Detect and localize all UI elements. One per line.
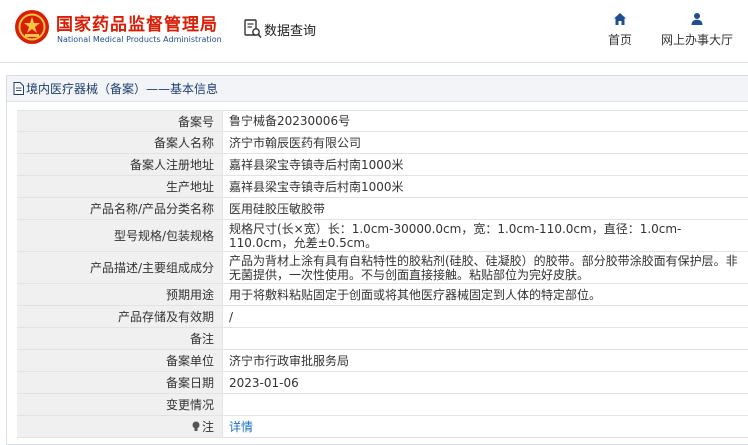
- table-row: 预期用途 用于将敷料粘贴固定于创面或将其他医疗器械固定到人体的特定部位。: [17, 284, 748, 306]
- brand-name-cn[interactable]: 国家药品监督管理局: [56, 10, 218, 35]
- header-divider: [0, 62, 748, 63]
- table-row: 变更情况: [17, 394, 748, 416]
- home-icon: [614, 13, 626, 25]
- row-label: 预期用途: [17, 284, 223, 305]
- row-label: 产品名称/产品分类名称: [17, 198, 223, 219]
- document-icon: [13, 82, 24, 95]
- data-query-link[interactable]: 数据查询: [244, 18, 316, 40]
- table-row: 产品名称/产品分类名称 医用硅胶压敏胶带: [17, 198, 748, 220]
- table-row: 生产地址 嘉祥县梁宝寺镇寺后村南1000米: [17, 176, 748, 198]
- row-label: 生产地址: [17, 176, 223, 197]
- table-row: 注 详情: [17, 416, 748, 438]
- user-icon: [691, 13, 703, 25]
- nav-online-office[interactable]: 网上办事大厅: [655, 12, 739, 48]
- row-value: [223, 328, 748, 349]
- table-row: 备案单位 济宁市行政审批服务局: [17, 350, 748, 372]
- row-label: 产品存储及有效期: [17, 306, 223, 327]
- row-label: 备案人注册地址: [17, 154, 223, 175]
- row-label: 备注: [17, 328, 223, 349]
- row-label: 备案号: [17, 111, 223, 131]
- row-value: 详情: [223, 416, 748, 437]
- row-value: 济宁市行政审批服务局: [229, 353, 350, 368]
- row-value: 嘉祥县梁宝寺镇寺后村南1000米: [229, 179, 404, 194]
- panel-title: 境内医疗器械（备案）——基本信息: [26, 82, 219, 96]
- row-value: 产品为背材上涂有具有自粘特性的胶粘剂(硅胶、硅凝胶）的胶带。部分胶带涂胶面有保护…: [229, 253, 738, 282]
- data-query-label: 数据查询: [264, 23, 317, 39]
- row-label: 产品描述/主要组成成分: [17, 252, 223, 283]
- table-row: 备案日期 2023-01-06: [17, 372, 748, 394]
- table-row: 产品存储及有效期 /: [17, 306, 748, 328]
- row-value: 济宁市翰辰医药有限公司: [229, 135, 362, 150]
- table-row: 备案人名称 济宁市翰辰医药有限公司: [17, 132, 748, 154]
- nav-online-office-label: 网上办事大厅: [660, 33, 733, 47]
- row-label: 备案日期: [17, 372, 223, 393]
- row-value: 规格尺寸(长×宽）长：1.0cm-30000.0cm，宽：1.0cm-110.0…: [229, 221, 682, 250]
- row-value: 嘉祥县梁宝寺镇寺后村南1000米: [229, 157, 404, 172]
- detail-panel: 境内医疗器械（备案）——基本信息 备案号 鲁宁械备20230006号 备案人名称…: [6, 75, 748, 445]
- row-label: 备案人名称: [17, 132, 223, 153]
- detail-table: 备案号 鲁宁械备20230006号 备案人名称 济宁市翰辰医药有限公司 备案人注…: [17, 110, 748, 438]
- row-value: 用于将敷料粘贴固定于创面或将其他医疗器械固定到人体的特定部位。: [229, 287, 602, 302]
- row-label: 变更情况: [17, 394, 223, 415]
- row-label: 备案单位: [17, 350, 223, 371]
- search-document-icon: [244, 19, 262, 39]
- table-row: 型号规格/包装规格 规格尺寸(长×宽）长：1.0cm-30000.0cm，宽：1…: [17, 220, 748, 252]
- nav-home[interactable]: 首页: [600, 12, 640, 48]
- table-row: 备案人注册地址 嘉祥县梁宝寺镇寺后村南1000米: [17, 154, 748, 176]
- lightbulb-icon: [192, 421, 200, 431]
- table-row: 产品描述/主要组成成分 产品为背材上涂有具有自粘特性的胶粘剂(硅胶、硅凝胶）的胶…: [17, 252, 748, 284]
- details-link[interactable]: 详情: [229, 420, 253, 434]
- national-emblem-logo[interactable]: [14, 9, 50, 45]
- brand-name-en: National Medical Products Administration: [57, 35, 222, 44]
- note-label: 注: [201, 420, 214, 434]
- row-label-note: 注: [17, 416, 223, 437]
- table-row: 备案号 鲁宁械备20230006号: [17, 110, 748, 132]
- site-header: 国家药品监督管理局 National Medical Products Admi…: [0, 0, 748, 58]
- row-value: /: [229, 309, 234, 324]
- row-value: 医用硅胶压敏胶带: [229, 201, 326, 216]
- nav-home-label: 首页: [607, 33, 632, 47]
- row-value: 鲁宁械备20230006号: [229, 114, 351, 128]
- table-row: 备注: [17, 328, 748, 350]
- row-value: [223, 394, 748, 415]
- row-value: 2023-01-06: [229, 375, 299, 390]
- panel-title-bar: 境内医疗器械（备案）——基本信息: [7, 76, 748, 102]
- row-label: 型号规格/包装规格: [17, 220, 223, 251]
